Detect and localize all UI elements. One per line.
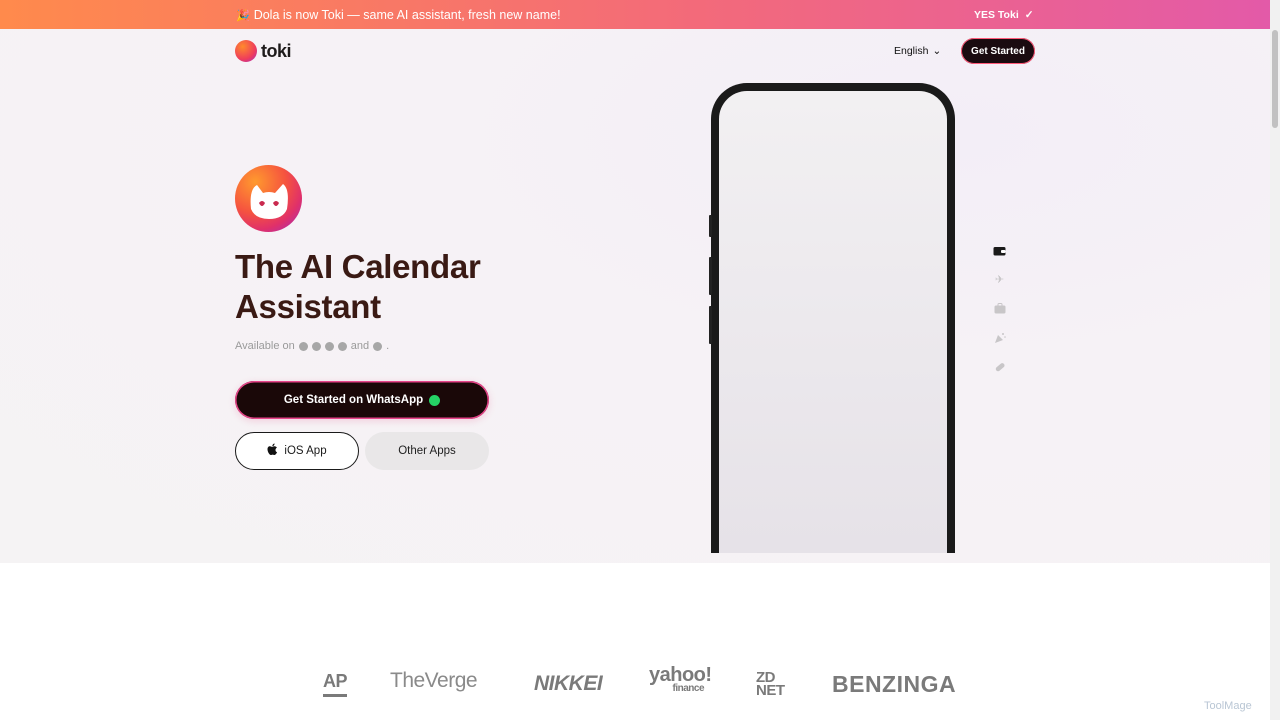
language-label: English	[894, 45, 929, 57]
benzinga-logo: BENZINGA	[832, 671, 957, 697]
other-apps-button[interactable]: Other Apps	[365, 432, 489, 470]
toki-logo-icon	[235, 40, 257, 62]
whatsapp-icon	[429, 394, 441, 406]
press-logos: AP TheVerge NIKKEI yahoo! finance ZD NET…	[0, 655, 1270, 715]
wallet-icon[interactable]	[993, 244, 1006, 257]
phone-side-button	[709, 257, 712, 295]
pill-icon[interactable]	[993, 360, 1006, 373]
feature-icon-nav: ✈	[993, 244, 1006, 373]
check-icon: ✓	[1024, 9, 1034, 21]
yahoo-finance-logo: yahoo! finance	[649, 665, 712, 696]
headline-line-1: The AI Calendar	[235, 248, 481, 285]
messenger-icon	[324, 341, 334, 351]
ios-app-label: iOS App	[284, 445, 327, 457]
zdnet-logo-line-2: NET	[756, 682, 785, 699]
chevron-down-icon: ⌄	[932, 45, 942, 57]
available-end: .	[386, 340, 390, 352]
available-on-text: Available on and .	[235, 340, 389, 352]
party-icon: 🎉	[236, 10, 250, 22]
hero-section: toki English ⌄ Get Started The AI Calend…	[0, 29, 1270, 563]
logo-text: toki	[261, 40, 292, 61]
scrollbar-thumb[interactable]	[1272, 30, 1278, 128]
language-selector[interactable]: English ⌄	[894, 45, 941, 57]
imessage-icon	[337, 341, 347, 351]
phone-side-button	[709, 306, 712, 344]
apple-icon	[373, 341, 383, 351]
get-started-button[interactable]: Get Started	[961, 38, 1035, 64]
apple-icon	[267, 443, 278, 459]
phone-side-button	[709, 215, 712, 237]
nikkei-logo: NIKKEI	[534, 672, 603, 695]
available-and: and	[350, 340, 370, 352]
telegram-icon	[311, 341, 321, 351]
whatsapp-icon	[298, 341, 308, 351]
zdnet-logo: ZD NET	[756, 670, 785, 699]
announcement-banner: 🎉 Dola is now Toki — same AI assistant, f…	[0, 0, 1270, 29]
party-icon[interactable]	[993, 331, 1006, 344]
banner-cta-button[interactable]: YES Toki ✓	[974, 9, 1034, 21]
banner-text: Dola is now Toki — same AI assistant, fr…	[253, 8, 561, 22]
whatsapp-cta-label: Get Started on WhatsApp	[283, 394, 424, 406]
plane-icon[interactable]: ✈	[993, 273, 1006, 286]
whatsapp-cta-button[interactable]: Get Started on WhatsApp	[235, 381, 489, 419]
page-scrollbar[interactable]	[1270, 0, 1280, 720]
ios-app-button[interactable]: iOS App	[235, 432, 359, 470]
headline-line-2: Assistant	[235, 288, 381, 325]
banner-message: 🎉 Dola is now Toki — same AI assistant, f…	[236, 8, 561, 22]
watermark: ToolMage	[1204, 700, 1252, 712]
logo[interactable]: toki	[235, 40, 292, 62]
briefcase-icon[interactable]	[993, 302, 1006, 315]
ap-logo: AP	[323, 671, 348, 697]
hero-headline: The AI Calendar Assistant	[235, 247, 481, 327]
banner-cta-label: YES Toki	[974, 9, 1019, 21]
phone-mockup	[711, 83, 955, 553]
available-prefix: Available on	[235, 340, 295, 352]
toki-app-icon	[235, 165, 302, 232]
the-verge-logo: TheVerge	[390, 669, 478, 692]
